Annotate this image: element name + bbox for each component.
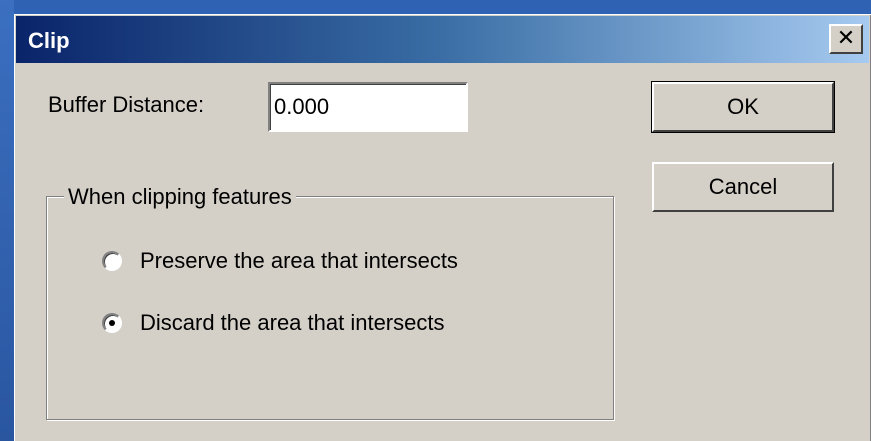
cancel-button[interactable]: Cancel	[652, 162, 834, 212]
radio-button-selected[interactable]	[102, 313, 122, 333]
radio-button-unselected[interactable]	[102, 251, 122, 271]
ok-button-label: OK	[727, 94, 759, 119]
buffer-distance-input[interactable]	[268, 82, 468, 132]
close-button[interactable]: ✕	[829, 24, 863, 54]
cancel-button-label: Cancel	[708, 174, 778, 199]
buffer-distance-label: Buffer Distance:	[48, 92, 205, 117]
group-title: When clipping features	[64, 184, 296, 210]
ok-button[interactable]: OK	[651, 81, 835, 133]
radio-label-preserve: Preserve the area that intersects	[140, 248, 458, 273]
radio-preserve-intersect[interactable]: Preserve the area that intersects	[102, 248, 458, 274]
radio-discard-intersect[interactable]: Discard the area that intersects	[102, 310, 444, 336]
desktop-background-left	[0, 0, 14, 441]
close-icon: ✕	[836, 26, 856, 51]
radio-selected-dot	[109, 320, 115, 326]
radio-label-discard: Discard the area that intersects	[140, 310, 445, 335]
desktop-background	[0, 0, 871, 14]
clip-dialog: Clip ✕ Buffer Distance: OK Cancel When c…	[14, 14, 871, 441]
title-bar[interactable]: Clip ✕	[16, 16, 869, 63]
clipping-options-group	[46, 196, 614, 420]
window-title: Clip	[28, 28, 70, 53]
